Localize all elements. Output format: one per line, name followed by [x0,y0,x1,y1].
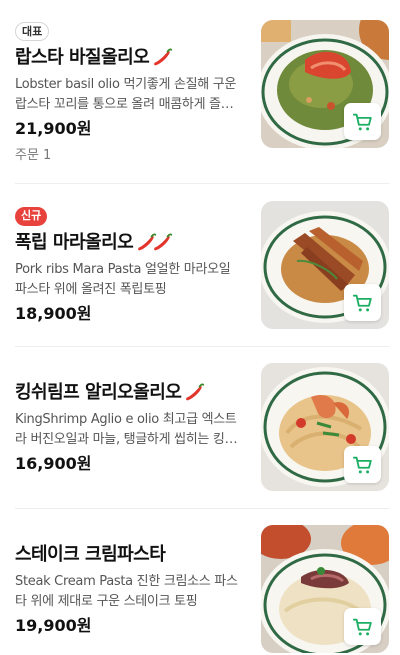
add-to-cart-button[interactable] [344,284,381,321]
order-count: 주문 1 [15,148,52,163]
menu-item-price: 18,900원 [15,304,92,323]
divider [15,183,389,184]
menu-item-title-text: 랍스타 바질올리오 [15,47,150,68]
add-to-cart-button[interactable] [344,446,381,483]
menu-item-title-text: 스테이크 크림파스타 [15,544,166,565]
menu-item-description: Lobster basil olio 먹기좋게 손질해 구운 랍스타 꼬리를 통… [15,77,237,112]
menu-item-photo[interactable] [261,525,389,653]
menu-item-photo[interactable] [261,20,389,148]
menu-item-price: 16,900원 [15,454,92,473]
shopping-cart-icon [352,113,372,130]
menu-list: 대표 랍스타 바질올리오 Lobster basil olio 먹기좋게 손질해… [0,0,400,655]
menu-item-title: 킹쉬림프 알리오올리오 [15,380,243,406]
shopping-cart-icon [352,294,372,311]
divider [15,346,389,347]
menu-item-info: 대표 랍스타 바질올리오 Lobster basil olio 먹기좋게 손질해… [15,20,243,163]
chili-pepper-icon [186,383,205,401]
new-badge: 신규 [15,207,48,226]
menu-item-title: 스테이크 크림파스타 [15,542,243,568]
add-to-cart-button[interactable] [344,103,381,140]
menu-item-price: 21,900원 [15,119,92,138]
menu-item-photo[interactable] [261,201,389,329]
signature-badge: 대표 [15,22,50,41]
menu-item-title-text: 킹쉬림프 알리오올리오 [15,382,182,403]
add-to-cart-button[interactable] [344,608,381,645]
menu-item-title-text: 폭립 마라올리오 [15,232,134,253]
menu-item-description: Pork ribs Mara Pasta 얼얼한 마라오일 파스타 위에 올려진… [15,262,231,297]
menu-item-description: Steak Cream Pasta 진한 크림소스 파스타 위에 제대로 구운 … [15,574,238,609]
menu-item-info: 신규 폭립 마라올리오 Pork ribs Mara Pasta 얼얼한 마라오… [15,204,243,325]
shopping-cart-icon [352,618,372,635]
menu-item-description: KingShrimp Aglio e olio 최고급 엑스트라 버진오일과 마… [15,412,237,447]
divider [15,508,389,509]
chili-pepper-icon [154,48,173,66]
menu-item-photo[interactable] [261,363,389,491]
menu-item-info: 스테이크 크림파스타 Steak Cream Pasta 진한 크림소스 파스타… [15,542,243,637]
menu-item-title: 폭립 마라올리오 [15,230,243,256]
menu-item-info: 킹쉬림프 알리오올리오 KingShrimp Aglio e olio 최고급 … [15,380,243,475]
menu-item-price: 19,900원 [15,616,92,635]
menu-item-title: 랍스타 바질올리오 [15,45,243,71]
chili-pepper-icon [154,233,173,251]
shopping-cart-icon [352,456,372,473]
